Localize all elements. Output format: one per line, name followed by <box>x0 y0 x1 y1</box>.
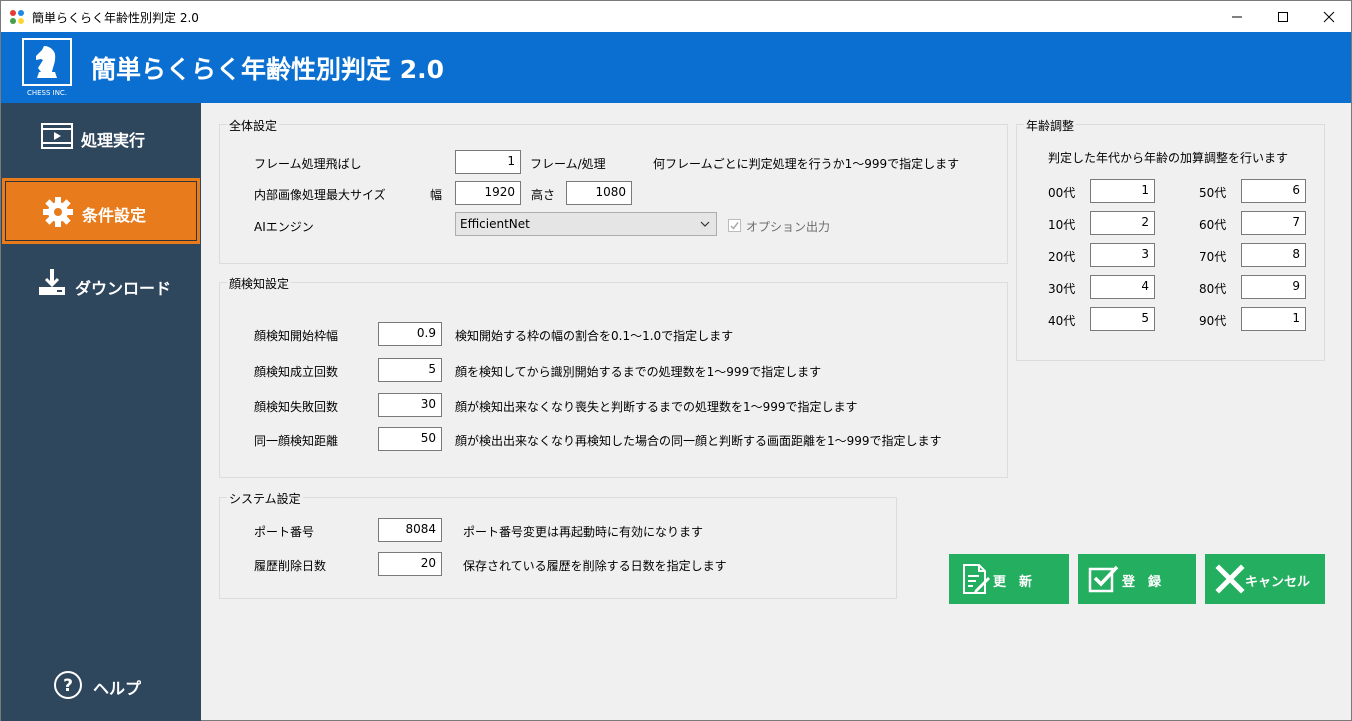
age-label: 00代 <box>1048 186 1076 200</box>
cancel-button[interactable]: キャンセル <box>1205 554 1325 604</box>
people-icon <box>10 10 24 24</box>
face-success-count-input[interactable]: 5 <box>378 358 442 382</box>
height-input[interactable]: 1080 <box>566 181 632 205</box>
group-title: 顔検知設定 <box>227 275 292 292</box>
port-input[interactable]: 8084 <box>378 518 442 542</box>
system-settings-group: システム設定 <box>219 490 897 599</box>
frame-unit-label: フレーム/処理 <box>530 157 606 171</box>
face-row-help: 顔が検出出来なくなり再検知した場合の同一顔と判断する画面距離を1～999で指定し… <box>455 434 942 448</box>
svg-text:?: ? <box>63 676 73 696</box>
sidebar-item-download[interactable]: ダウンロード <box>1 251 201 319</box>
port-label: ポート番号 <box>254 525 315 539</box>
age-90-input[interactable]: 1 <box>1241 307 1306 331</box>
register-button-label: 登 録 <box>1122 575 1162 590</box>
face-row-help: 顔を検知してから識別開始するまでの処理数を1～999で指定します <box>455 365 822 379</box>
checkbox-icon <box>1088 565 1119 593</box>
age-20-input[interactable]: 3 <box>1090 243 1155 267</box>
max-size-label: 内部画像処理最大サイズ <box>254 188 386 202</box>
minimize-icon <box>1232 16 1242 17</box>
cancel-button-label: キャンセル <box>1245 575 1311 590</box>
gear-icon <box>43 197 73 227</box>
close-icon <box>1323 11 1335 22</box>
history-days-label: 履歴削除日数 <box>254 559 327 573</box>
video-icon <box>41 123 73 149</box>
ai-engine-select[interactable]: EfficientNet <box>455 212 717 236</box>
age-label: 40代 <box>1048 314 1076 328</box>
history-days-input[interactable]: 20 <box>378 552 442 576</box>
ai-engine-label: AIエンジン <box>254 220 314 234</box>
width-label: 幅 <box>430 188 443 202</box>
sidebar: 処理実行 条件設定 ダウンロード ? ヘルプ <box>1 103 201 721</box>
title-bar: 簡単らくらく年齢性別判定 2.0 <box>1 1 1351 32</box>
face-row-label: 顔検知失敗回数 <box>254 400 339 414</box>
age-70-input[interactable]: 8 <box>1241 243 1306 267</box>
age-label: 30代 <box>1048 282 1076 296</box>
group-title: 年齢調整 <box>1024 117 1077 134</box>
face-distance-input[interactable]: 50 <box>378 427 442 451</box>
history-days-help: 保存されている履歴を削除する日数を指定します <box>463 559 727 573</box>
frame-skip-label: フレーム処理飛ばし <box>254 157 362 171</box>
age-00-input[interactable]: 1 <box>1090 179 1155 203</box>
age-label: 10代 <box>1048 218 1076 232</box>
ai-engine-value: EfficientNet <box>460 217 530 231</box>
app-header: CHESS INC. 簡単らくらく年齢性別判定 2.0 <box>1 32 1351 103</box>
age-label: 50代 <box>1199 186 1227 200</box>
age-10-input[interactable]: 2 <box>1090 211 1155 235</box>
age-80-input[interactable]: 9 <box>1241 275 1306 299</box>
age-label: 60代 <box>1199 218 1227 232</box>
chess-logo: CHESS INC. <box>22 38 72 98</box>
face-row-help: 顔が検知出来なくなり喪失と判断するまでの処理数を1～999で指定します <box>455 400 858 414</box>
update-button-label: 更 新 <box>993 575 1033 590</box>
register-button[interactable]: 登 録 <box>1078 554 1196 604</box>
face-row-label: 顔検知成立回数 <box>254 365 339 379</box>
minimize-button[interactable] <box>1214 1 1260 32</box>
port-help: ポート番号変更は再起動時に有効になります <box>463 525 704 539</box>
app-window: 簡単らくらく年齢性別判定 2.0 CHESS INC. 簡単らくらく年齢性別判定… <box>0 0 1352 721</box>
help-label: ヘルプ <box>93 679 142 698</box>
sidebar-item-label: ダウンロード <box>75 279 172 298</box>
svg-text:CHESS INC.: CHESS INC. <box>27 89 67 97</box>
age-description: 判定した年代から年齢の加算調整を行います <box>1048 151 1289 165</box>
sidebar-item-run[interactable]: 処理実行 <box>1 103 201 171</box>
option-output-checkbox[interactable] <box>728 219 741 232</box>
group-title: システム設定 <box>227 490 303 507</box>
app-title: 簡単らくらく年齢性別判定 2.0 <box>91 55 444 84</box>
maximize-icon <box>1278 11 1288 22</box>
document-edit-icon <box>963 564 990 594</box>
frame-help-text: 何フレームごとに判定処理を行うか1～999で指定します <box>653 157 960 171</box>
face-row-help: 検知開始する枠の幅の割合を0.1～1.0で指定します <box>455 329 734 343</box>
age-label: 90代 <box>1199 314 1227 328</box>
frame-skip-input[interactable]: 1 <box>455 150 521 174</box>
age-50-input[interactable]: 6 <box>1241 179 1306 203</box>
sidebar-item-help[interactable]: ? ヘルプ <box>1 651 201 719</box>
window-title: 簡単らくらく年齢性別判定 2.0 <box>32 11 199 25</box>
sidebar-item-label: 処理実行 <box>81 131 146 150</box>
group-title: 全体設定 <box>227 117 280 134</box>
check-icon <box>730 222 739 230</box>
age-label: 20代 <box>1048 250 1076 264</box>
age-label: 80代 <box>1199 282 1227 296</box>
width-input[interactable]: 1920 <box>455 181 521 205</box>
download-icon <box>39 269 65 295</box>
face-fail-count-input[interactable]: 30 <box>378 393 442 417</box>
update-button[interactable]: 更 新 <box>949 554 1069 604</box>
close-button[interactable] <box>1306 1 1352 32</box>
age-label: 70代 <box>1199 250 1227 264</box>
face-row-label: 顔検知開始枠幅 <box>254 329 339 343</box>
face-start-width-input[interactable]: 0.9 <box>378 322 442 346</box>
cross-icon <box>1215 564 1245 594</box>
age-30-input[interactable]: 4 <box>1090 275 1155 299</box>
height-label: 高さ <box>531 188 556 202</box>
sidebar-item-label: 条件設定 <box>82 206 147 225</box>
option-output-label: オプション出力 <box>746 220 831 234</box>
age-40-input[interactable]: 5 <box>1090 307 1155 331</box>
face-row-label: 同一顔検知距離 <box>254 434 339 448</box>
age-60-input[interactable]: 7 <box>1241 211 1306 235</box>
maximize-button[interactable] <box>1260 1 1306 32</box>
knight-icon: CHESS INC. <box>22 38 72 97</box>
help-icon: ? <box>54 671 82 699</box>
sidebar-item-settings[interactable]: 条件設定 <box>1 177 201 245</box>
chevron-down-icon <box>700 221 710 227</box>
